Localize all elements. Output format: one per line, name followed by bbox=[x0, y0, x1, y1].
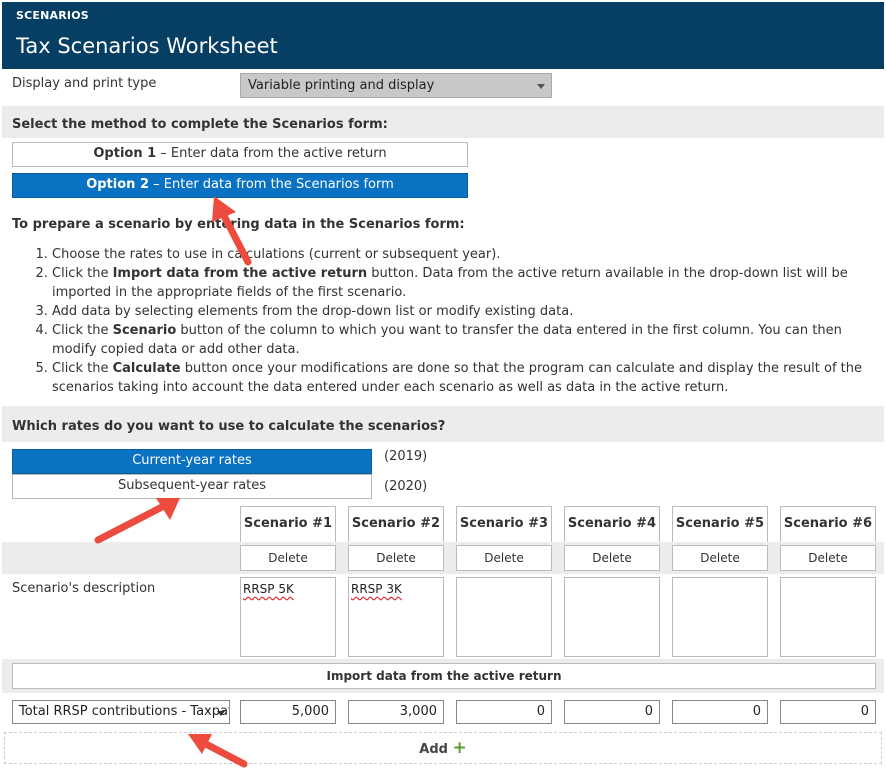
step-item: Click the Calculate button once your mod… bbox=[52, 359, 872, 397]
page-title: Tax Scenarios Worksheet bbox=[16, 34, 278, 58]
step-item: Click the Scenario button of the column … bbox=[52, 321, 872, 359]
scenario-6-description[interactable] bbox=[780, 577, 876, 657]
option2-text: – Enter data from the Scenarios form bbox=[149, 177, 394, 192]
field-select-value: Total RRSP contributions - Taxpayer bbox=[19, 704, 230, 719]
subsequent-year-rates-button[interactable]: Subsequent-year rates bbox=[12, 474, 372, 499]
chevron-down-icon bbox=[537, 84, 545, 89]
scenario-1-value-input[interactable]: 5,000 bbox=[240, 700, 336, 724]
option1-text: – Enter data from the active return bbox=[156, 146, 387, 161]
display-type-select[interactable]: Variable printing and display bbox=[240, 73, 552, 98]
delete-scenario-3-button[interactable]: Delete bbox=[456, 545, 552, 571]
plus-icon: + bbox=[452, 738, 467, 758]
delete-scenario-4-button[interactable]: Delete bbox=[564, 545, 660, 571]
delete-scenario-6-button[interactable]: Delete bbox=[780, 545, 876, 571]
scenario-1-button[interactable]: Scenario #1 bbox=[240, 506, 336, 542]
arrow-icon bbox=[94, 498, 180, 544]
add-label: Add bbox=[419, 742, 448, 757]
scenario-6-button[interactable]: Scenario #6 bbox=[780, 506, 876, 542]
delete-scenario-2-button[interactable]: Delete bbox=[348, 545, 444, 571]
option2-button[interactable]: Option 2 – Enter data from the Scenarios… bbox=[12, 173, 468, 198]
delete-scenario-1-button[interactable]: Delete bbox=[240, 545, 336, 571]
field-select[interactable]: Total RRSP contributions - Taxpayer bbox=[12, 700, 230, 724]
step-item: Choose the rates to use in calculations … bbox=[52, 245, 872, 264]
add-row-button[interactable]: Add + bbox=[4, 732, 882, 764]
scenario-4-value-input[interactable]: 0 bbox=[564, 700, 660, 724]
step-item: Add data by selecting elements from the … bbox=[52, 302, 872, 321]
method-heading: Select the method to complete the Scenar… bbox=[12, 117, 388, 132]
steps-list: Choose the rates to use in calculations … bbox=[12, 245, 872, 397]
subsequent-year-label: (2020) bbox=[384, 479, 428, 494]
delete-scenario-5-button[interactable]: Delete bbox=[672, 545, 768, 571]
scenario-3-button[interactable]: Scenario #3 bbox=[456, 506, 552, 542]
step-item: Click the Import data from the active re… bbox=[52, 264, 872, 302]
scenario-2-value-input[interactable]: 3,000 bbox=[348, 700, 444, 724]
scenario-5-button[interactable]: Scenario #5 bbox=[672, 506, 768, 542]
scenario-5-description[interactable] bbox=[672, 577, 768, 657]
scenario-3-description[interactable] bbox=[456, 577, 552, 657]
import-data-button[interactable]: Import data from the active return bbox=[12, 663, 876, 689]
option1-button[interactable]: Option 1 – Enter data from the active re… bbox=[12, 142, 468, 167]
display-type-label: Display and print type bbox=[12, 76, 157, 91]
scenario-1-description[interactable]: RRSP 5K bbox=[240, 577, 336, 657]
option1-bold: Option 1 bbox=[93, 146, 157, 161]
scenario-6-value-input[interactable]: 0 bbox=[780, 700, 876, 724]
steps-list-container: Choose the rates to use in calculations … bbox=[12, 245, 872, 397]
scenario-4-description[interactable] bbox=[564, 577, 660, 657]
scenario-2-description[interactable]: RRSP 3K bbox=[348, 577, 444, 657]
option2-bold: Option 2 bbox=[86, 177, 149, 192]
current-year-rates-button[interactable]: Current-year rates bbox=[12, 449, 372, 474]
chevron-down-icon bbox=[217, 711, 225, 716]
display-type-value: Variable printing and display bbox=[248, 78, 435, 93]
scenario-4-button[interactable]: Scenario #4 bbox=[564, 506, 660, 542]
rates-heading: Which rates do you want to use to calcul… bbox=[12, 419, 446, 434]
header-kicker: SCENARIOS bbox=[16, 9, 89, 22]
app-header: SCENARIOS Tax Scenarios Worksheet bbox=[2, 2, 884, 69]
current-year-label: (2019) bbox=[384, 449, 428, 464]
prepare-heading: To prepare a scenario by entering data i… bbox=[12, 217, 465, 232]
scenario-2-button[interactable]: Scenario #2 bbox=[348, 506, 444, 542]
scenario-5-value-input[interactable]: 0 bbox=[672, 700, 768, 724]
scenario-3-value-input[interactable]: 0 bbox=[456, 700, 552, 724]
scenario-description-label: Scenario's description bbox=[12, 581, 156, 596]
